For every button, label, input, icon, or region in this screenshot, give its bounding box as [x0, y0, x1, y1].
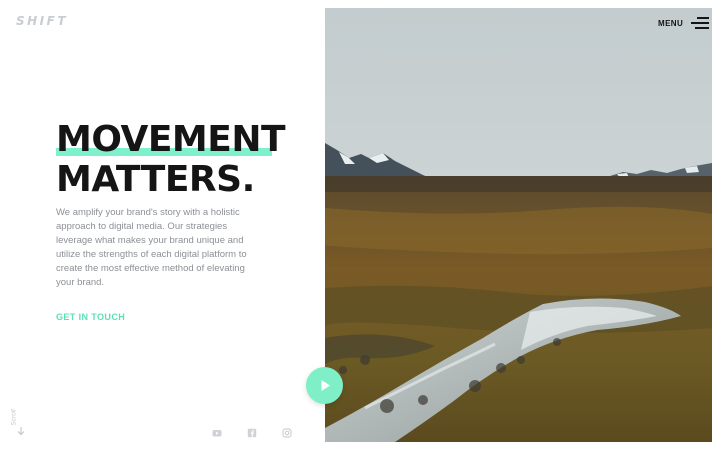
scroll-indicator[interactable]: Scroll: [10, 402, 28, 438]
hero-description: We amplify your brand's story with a hol…: [56, 207, 247, 288]
get-in-touch-link[interactable]: GET IN TOUCH: [56, 312, 125, 322]
hero-title-line-1-text: MOVEMENT: [56, 119, 286, 160]
logo[interactable]: SHIFT: [16, 14, 68, 28]
hero-title: MOVEMENT MATTERS.: [56, 119, 286, 200]
youtube-icon[interactable]: [212, 428, 222, 438]
arrow-down-icon: [17, 427, 25, 436]
hero-title-line-2: MATTERS.: [56, 159, 255, 200]
facebook-icon[interactable]: [247, 428, 257, 438]
instagram-icon[interactable]: [282, 428, 292, 438]
hero-title-line-1: MOVEMENT: [56, 119, 286, 160]
menu-label: MENU: [658, 18, 684, 28]
hero-landscape-image: [325, 8, 712, 442]
scroll-label: Scroll: [10, 409, 18, 426]
menu-button[interactable]: MENU: [658, 14, 710, 32]
play-video-button[interactable]: [306, 367, 343, 404]
hamburger-icon: [691, 16, 710, 30]
play-icon: [321, 380, 330, 391]
landscape-photo: [325, 8, 712, 442]
